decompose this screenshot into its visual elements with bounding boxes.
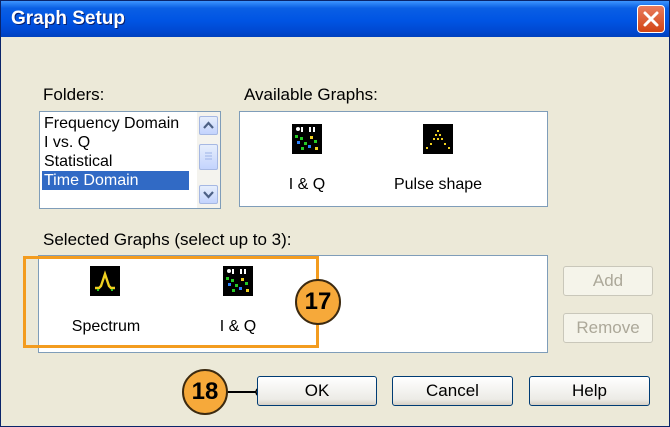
folders-listbox[interactable]: Frequency Domain I vs. Q Statistical Tim… xyxy=(39,111,221,209)
folders-scrollbar[interactable] xyxy=(197,112,220,208)
remove-button[interactable]: Remove xyxy=(563,313,653,343)
window-title: Graph Setup xyxy=(11,8,126,29)
add-button[interactable]: Add xyxy=(563,266,653,296)
scroll-up-button[interactable] xyxy=(199,116,218,135)
folder-item-statistical[interactable]: Statistical xyxy=(42,152,189,171)
available-graphs-panel: I & Q Pulse shape xyxy=(239,111,548,207)
help-button[interactable]: Help xyxy=(529,376,650,406)
folders-label: Folders: xyxy=(43,85,105,104)
folder-item-time-domain[interactable]: Time Domain xyxy=(42,171,189,190)
scroll-down-button[interactable] xyxy=(199,185,218,204)
iq-graph-icon xyxy=(292,124,322,154)
available-graphs-label: Available Graphs: xyxy=(244,85,378,104)
graph-setup-dialog: Graph Setup Folders: Frequency Domain I … xyxy=(0,0,670,427)
folder-item-frequency-domain[interactable]: Frequency Domain xyxy=(42,114,189,133)
title-bar[interactable]: Graph Setup xyxy=(1,1,669,37)
callout-18: 18 xyxy=(182,369,228,415)
chevron-up-icon xyxy=(203,121,214,129)
close-icon xyxy=(643,11,659,27)
chevron-down-icon xyxy=(203,191,214,199)
available-graph-pulse-shape-label: Pulse shape xyxy=(393,176,483,193)
scroll-thumb[interactable] xyxy=(199,144,218,170)
close-button[interactable] xyxy=(637,5,665,33)
callout-highlight-box xyxy=(23,256,319,348)
grip-icon xyxy=(205,152,212,160)
ok-button[interactable]: OK xyxy=(257,376,377,406)
cancel-button[interactable]: Cancel xyxy=(392,376,513,406)
pulse-shape-icon xyxy=(423,124,453,154)
available-graph-iq-label: I & Q xyxy=(288,176,326,193)
selected-graphs-label: Selected Graphs (select up to 3): xyxy=(43,230,292,249)
folder-item-i-vs-q[interactable]: I vs. Q xyxy=(42,133,189,152)
callout-17: 17 xyxy=(295,279,341,325)
